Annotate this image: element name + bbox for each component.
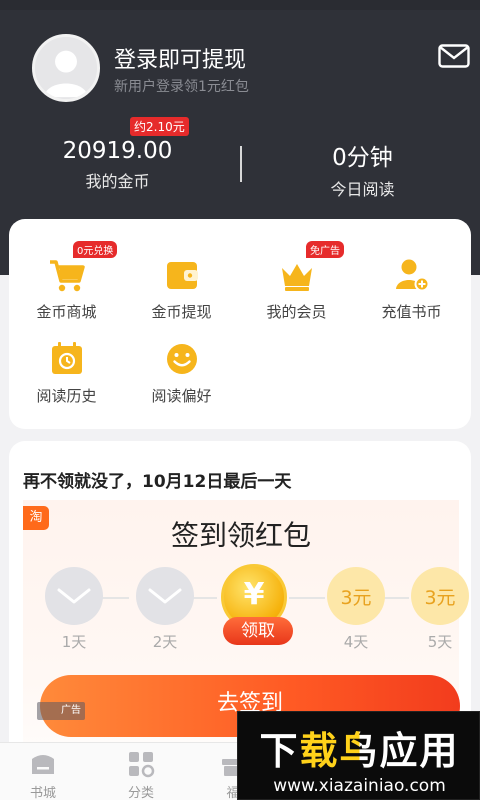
tab-bookstore[interactable]: 书城 bbox=[8, 749, 78, 800]
day-connector bbox=[383, 597, 409, 599]
yuan-symbol: ¥ bbox=[243, 577, 265, 612]
coins-value-badge: 约2.10元 bbox=[130, 117, 189, 136]
tab-label: 分类 bbox=[127, 786, 154, 800]
tab-label: 书城 bbox=[29, 786, 56, 800]
coins-label: 我的金币 bbox=[85, 172, 150, 191]
user-plus-icon bbox=[395, 259, 429, 292]
sign-day-2: 2天 bbox=[136, 567, 194, 652]
coins-stat[interactable]: 20919.00 我的金币 bbox=[40, 138, 195, 192]
reading-stat[interactable]: 0分钟 今日阅读 bbox=[285, 138, 440, 200]
login-title[interactable]: 登录即可提现 bbox=[114, 42, 246, 74]
bookstore-icon bbox=[32, 755, 54, 774]
watermark-logo: 下载鸟应用 www.xiazainiao.com bbox=[237, 711, 480, 800]
menu-item-label: 金币提现 bbox=[151, 303, 212, 321]
menu-item-label: 阅读历史 bbox=[36, 387, 97, 405]
day-reward: 3元 bbox=[411, 567, 469, 625]
menu-badge-exchange: 0元兑换 bbox=[73, 241, 118, 258]
day-label: 2天 bbox=[152, 633, 178, 651]
sign-day-4: 3元 4天 bbox=[327, 567, 385, 652]
reading-label: 今日阅读 bbox=[330, 180, 395, 199]
day-label: 5天 bbox=[427, 633, 453, 651]
ad-tag: 广告 bbox=[37, 702, 85, 720]
menu-item-membership[interactable]: 我的会员 bbox=[239, 255, 354, 322]
day-label: 4天 bbox=[343, 633, 369, 651]
watermark-title: 下载鸟应用 bbox=[238, 720, 480, 775]
menu-badge-no-ads: 免广告 bbox=[306, 241, 344, 258]
day-status bbox=[136, 567, 194, 625]
status-bar bbox=[0, 0, 480, 10]
calendar-history-icon bbox=[51, 342, 82, 374]
crown-icon bbox=[281, 264, 312, 291]
mail-icon[interactable] bbox=[438, 44, 470, 68]
menu-item-reading-preference[interactable]: 阅读偏好 bbox=[124, 339, 239, 406]
tab-category[interactable]: 分类 bbox=[106, 749, 176, 800]
coins-value: 20919.00 bbox=[62, 138, 173, 164]
sign-day-1: 1天 bbox=[45, 567, 103, 652]
menu-item-coin-withdraw[interactable]: 金币提现 bbox=[124, 255, 239, 322]
promo-title: 签到领红包 bbox=[170, 519, 311, 552]
wallet-icon bbox=[166, 262, 198, 289]
menu-item-label: 金币商城 bbox=[36, 303, 97, 321]
sign-headline: 再不领就没了，10月12日最后一天 bbox=[23, 472, 292, 492]
menu-item-recharge[interactable]: 充值书币 bbox=[354, 255, 469, 322]
category-icon bbox=[129, 752, 155, 778]
login-subtitle: 新用户登录领1元红包 bbox=[114, 79, 249, 95]
day-label: 1天 bbox=[61, 633, 87, 651]
menu-item-label: 我的会员 bbox=[266, 303, 327, 321]
avatar[interactable] bbox=[32, 34, 100, 102]
smile-icon bbox=[166, 344, 197, 374]
cart-icon bbox=[49, 260, 85, 292]
day-reward: 3元 bbox=[327, 567, 385, 625]
stat-divider bbox=[240, 146, 242, 182]
watermark-url: www.xiazainiao.com bbox=[273, 776, 446, 796]
check-icon bbox=[148, 588, 182, 604]
menu-item-label: 阅读偏好 bbox=[151, 387, 212, 405]
day-status bbox=[45, 567, 103, 625]
day-connector bbox=[289, 597, 325, 599]
menu-item-reading-history[interactable]: 阅读历史 bbox=[9, 339, 124, 406]
menu-item-coin-mall[interactable]: 金币商城 bbox=[9, 255, 124, 322]
reading-value: 0分钟 bbox=[332, 145, 393, 171]
check-icon bbox=[57, 588, 91, 604]
menu-card: 金币商城 0元兑换 金币提现 我的会员 免广告 充值书币 阅读历史 阅读偏好 bbox=[9, 219, 471, 429]
sign-day-5: 3元 5天 bbox=[411, 567, 469, 652]
claim-button[interactable]: 领取 bbox=[223, 617, 293, 645]
default-avatar-icon bbox=[35, 37, 97, 99]
menu-item-label: 充值书币 bbox=[381, 303, 442, 321]
